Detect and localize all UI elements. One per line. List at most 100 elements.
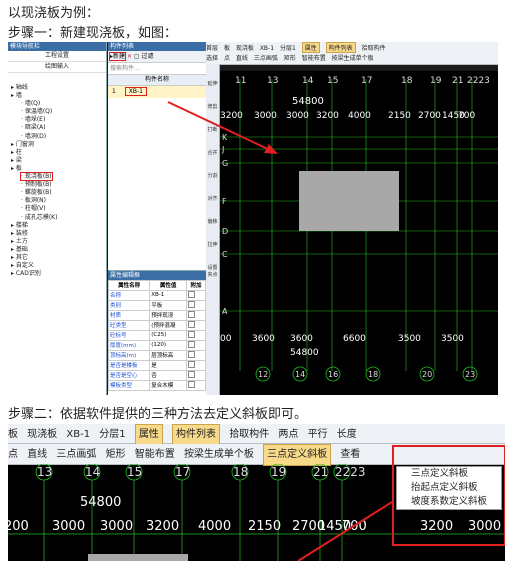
dim-value: 4000 (198, 519, 231, 534)
vtool-button[interactable]: 偏移 (206, 218, 219, 225)
delete-icon[interactable]: ✕ (127, 53, 132, 60)
nav-title: 模块导航栏 (8, 42, 106, 51)
arc-button[interactable]: 三点画弧 (254, 53, 278, 62)
tree-item[interactable]: ▸ CAD识别 (11, 270, 57, 278)
property-row[interactable]: 名称 XB-1 (107, 289, 206, 301)
arc-button-2[interactable]: 三点画弧 (56, 445, 96, 465)
property-row[interactable]: 模板类型 复合木模 (107, 379, 206, 391)
dim-value: 3000 (100, 519, 133, 534)
pick-component-button-2[interactable]: 拾取构件 (229, 425, 269, 444)
layer-select[interactable]: 分层1 (280, 43, 296, 52)
property-button-2[interactable]: 属性 (134, 424, 163, 445)
three-point-slope-button[interactable]: 三点定义斜板 (263, 444, 332, 466)
draw-toolbar: 选择 点 直线 三点画弧 矩形 智能布置 按梁生成单个板 (206, 53, 498, 65)
component-list-button-2[interactable]: 构件列表 (172, 424, 220, 445)
component-select[interactable]: XB-1 (260, 45, 274, 52)
tree-item[interactable]: ▸ 其它 (11, 254, 57, 262)
smart-place-button[interactable]: 智能布置 (302, 53, 326, 62)
beam-slab-button-2[interactable]: 按梁生成单个板 (184, 445, 254, 465)
vtool-button[interactable]: 分割 (206, 172, 219, 179)
point-button[interactable]: 点 (224, 53, 230, 62)
smart-place-button-2[interactable]: 智能布置 (135, 445, 175, 465)
view-button[interactable]: 查看 (340, 445, 360, 465)
highlight-box (392, 445, 505, 546)
tree-item[interactable]: · 预制板(B) (11, 181, 57, 189)
tree-item[interactable]: ▸ 柱 (11, 149, 57, 157)
component-select-2[interactable]: XB-1 (66, 425, 90, 444)
property-row[interactable]: 顶标高(m) 层顶标高 (107, 349, 206, 361)
drawing-input-button[interactable]: 绘图输入 (8, 62, 106, 73)
parallel-button[interactable]: 平行 (308, 425, 328, 444)
length-button[interactable]: 长度 (337, 425, 357, 444)
tree-item[interactable]: ▸ 装修 (11, 230, 57, 238)
component-search-input[interactable]: 搜索构件... (108, 63, 206, 75)
vtool-button[interactable]: 合并 (206, 149, 219, 156)
axis-label-left: C (222, 250, 228, 259)
tree-item[interactable]: ▸ 墙 (11, 92, 57, 100)
copy-icon[interactable]: ▢ (134, 53, 140, 60)
dim-value: 3200 (146, 519, 179, 534)
tree-item[interactable]: ▸ 自定义 (11, 262, 57, 270)
vtool-button[interactable]: 设置夹点 (206, 264, 219, 278)
type-select-2[interactable]: 板 (8, 425, 18, 444)
subtype-select-2[interactable]: 现浇板 (27, 425, 57, 444)
new-component-button[interactable]: ▸新建 (108, 52, 127, 61)
tree-item[interactable]: · 暗梁(A) (11, 124, 57, 132)
filter-button[interactable]: 过滤 (142, 53, 154, 60)
dim-top: 4000 (348, 111, 371, 121)
property-row[interactable]: 类别 平板 (107, 299, 206, 311)
dim-top: 3200 (220, 111, 243, 121)
property-row[interactable]: 材质 预拌现浇 (107, 309, 206, 321)
tree-item[interactable]: ▸ 楼梯 (11, 222, 57, 230)
axis-label-left: J (221, 145, 224, 154)
property-row[interactable]: 是否是空心否 (107, 369, 206, 381)
vtool-button[interactable]: 修剪 (206, 103, 219, 110)
screenshot-new-slab: 模块导航栏 工程设置 绘图输入 ▸ 轴线 ▸ 墙 · 墙(Q) · 保温墙(Q) · 墙… (8, 42, 498, 395)
component-list-button[interactable]: 构件列表 (325, 42, 356, 53)
property-row[interactable]: 厚度(mm) (120) (107, 339, 206, 351)
property-row[interactable]: 砼标号 (C25) (107, 329, 206, 341)
beam-slab-button[interactable]: 按梁生成单个板 (332, 53, 374, 62)
point-button-2[interactable]: 点 (8, 445, 18, 465)
vtool-button[interactable]: 对齐 (206, 195, 219, 202)
tree-item[interactable]: · 成孔芯模(K) (11, 214, 57, 222)
vtool-button[interactable]: 打断 (206, 126, 219, 133)
axis-label: 2223 (335, 465, 366, 479)
tree-item[interactable]: ▸ 梁 (11, 157, 57, 165)
type-select[interactable]: 板 (224, 43, 230, 52)
tree-item[interactable]: ▸ 门窗洞 (11, 141, 57, 149)
tree-item[interactable]: ▸ 轴线 (11, 84, 57, 92)
dim-bottom: 00 (220, 334, 232, 344)
axis-label-top: 14 (302, 76, 314, 86)
axis-label-bottom: 14 (295, 370, 305, 379)
two-point-button[interactable]: 两点 (278, 425, 298, 444)
rect-button[interactable]: 矩形 (284, 53, 296, 62)
tree-item[interactable]: ▸ 土方 (11, 238, 57, 246)
axis-label-left: G (222, 159, 228, 168)
layer-select-2[interactable]: 分层1 (99, 425, 125, 444)
project-settings-button[interactable]: 工程设置 (8, 51, 106, 62)
tree-item[interactable]: · 墙洞(D) (11, 133, 57, 141)
property-row[interactable]: 是否是楼板是 (107, 359, 206, 371)
vtool-button[interactable]: 延伸 (206, 80, 219, 87)
line-button-2[interactable]: 直线 (27, 445, 47, 465)
screenshot-define-sloped-slab: 板 现浇板 XB-1 分层1 属性 构件列表 拾取构件 两点 平行 长度 点 直… (8, 424, 505, 561)
drawing-canvas[interactable]: 11 13 14 15 17 18 19 21 2223 K J G F D C A 54800 3200 3000… (220, 71, 498, 395)
pick-component-button[interactable]: 拾取构件 (362, 43, 386, 52)
dim-total-bottom: 54800 (290, 348, 319, 358)
tree-item[interactable]: · 现浇板(B) (11, 172, 57, 182)
line-button[interactable]: 直线 (236, 53, 248, 62)
subtype-select[interactable]: 现浇板 (236, 43, 254, 52)
tree-item[interactable]: · 柱帽(V) (11, 205, 57, 213)
tree-item[interactable]: ▸ 板 (11, 165, 57, 173)
axis-label: 14 (85, 465, 100, 479)
component-row[interactable]: 1 XB-1 (108, 86, 206, 98)
component-row-name[interactable]: XB-1 (124, 87, 147, 96)
property-button[interactable]: 属性 (301, 42, 320, 53)
vtool-button[interactable]: 拉伸 (206, 241, 219, 248)
tree-item[interactable]: ▸ 基础 (11, 246, 57, 254)
rect-button-2[interactable]: 矩形 (106, 445, 126, 465)
select-button[interactable]: 选择 (206, 53, 218, 62)
property-row[interactable]: 砼类型 (预拌混凝 (107, 319, 206, 331)
floor-select[interactable]: 首层 (206, 43, 218, 52)
